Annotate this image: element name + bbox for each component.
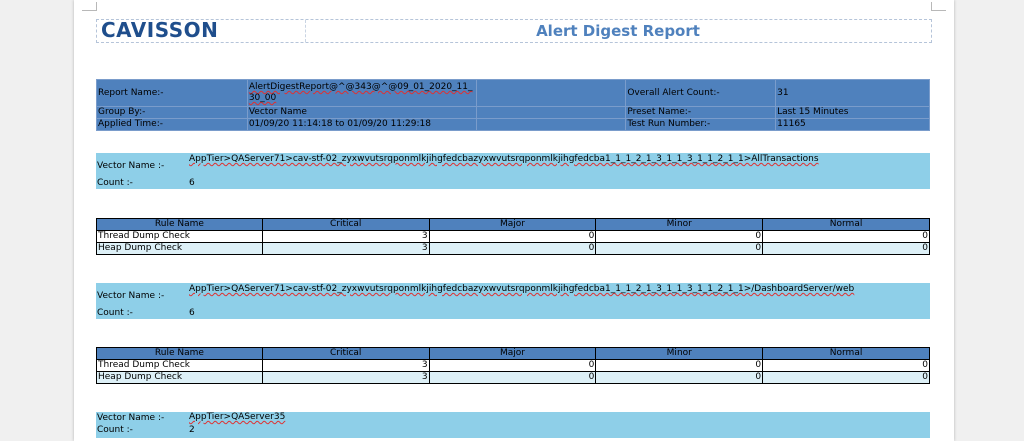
major-cell: 0: [428, 359, 597, 372]
report-header: CAVISSON Alert Digest Report: [96, 19, 932, 43]
critical-cell: 3: [261, 359, 430, 372]
major-header: Major: [428, 347, 597, 360]
normal-cell: 0: [762, 359, 930, 372]
vector-block: Vector Name :- AppTier>QAServer71>cav-st…: [96, 153, 930, 189]
vector-name-label: Vector Name :-: [97, 290, 165, 301]
minor-cell: 0: [595, 359, 764, 372]
rule-name-cell: Heap Dump Check: [96, 371, 263, 384]
rule-name-header: Rule Name: [96, 218, 263, 231]
table-row: Thread Dump Check 3 0 0 0: [96, 359, 930, 372]
major-cell: 0: [428, 242, 597, 255]
rule-name-cell: Thread Dump Check: [96, 230, 263, 243]
preset-name-label: Preset Name:-: [625, 106, 777, 119]
rule-table: Rule Name Critical Major Minor Normal Th…: [96, 218, 930, 255]
report-title: Alert Digest Report: [536, 22, 700, 40]
vector-block: Vector Name :- AppTier>QAServer35 Count …: [96, 412, 930, 438]
report-page: CAVISSON Alert Digest Report Report Name…: [74, 0, 954, 441]
crop-mark: [931, 2, 946, 11]
report-name-label: Report Name:-: [96, 79, 248, 107]
applied-time-value: 01/09/20 11:14:18 to 01/09/20 11:29:18: [246, 118, 477, 131]
critical-header: Critical: [261, 218, 430, 231]
critical-cell: 3: [261, 371, 430, 384]
info-empty-cell: [475, 118, 627, 131]
rule-name-header: Rule Name: [96, 347, 263, 360]
minor-cell: 0: [595, 242, 764, 255]
cavisson-logo: CAVISSON: [101, 18, 219, 42]
vector-name-value: AppTier>QAServer71>cav-stf-02_zyxwvutsrq…: [189, 154, 819, 164]
table-row: Heap Dump Check 3 0 0 0: [96, 371, 930, 384]
table-row: Thread Dump Check 3 0 0 0: [96, 230, 930, 243]
preset-name-value: Last 15 Minutes: [775, 106, 930, 119]
report-info-table: Report Name:- AlertDigestReport@^@343@^@…: [96, 79, 930, 131]
major-header: Major: [428, 218, 597, 231]
count-value: 6: [189, 178, 195, 188]
crop-mark: [82, 2, 97, 11]
count-value: 2: [189, 425, 195, 435]
vector-name-label: Vector Name :-: [97, 160, 165, 171]
vector-block: Vector Name :- AppTier>QAServer71>cav-st…: [96, 283, 930, 319]
normal-cell: 0: [762, 242, 930, 255]
minor-cell: 0: [595, 230, 764, 243]
test-run-number-label: Test Run Number:-: [625, 118, 777, 131]
overall-alert-count-value: 31: [775, 79, 930, 107]
normal-cell: 0: [762, 371, 930, 384]
count-label: Count :-: [97, 308, 133, 318]
normal-header: Normal: [762, 347, 930, 360]
overall-alert-count-label: Overall Alert Count:-: [625, 79, 777, 107]
normal-cell: 0: [762, 230, 930, 243]
count-label: Count :-: [97, 425, 133, 435]
rule-name-cell: Heap Dump Check: [96, 242, 263, 255]
info-empty-cell: [475, 106, 627, 119]
major-cell: 0: [428, 371, 597, 384]
minor-cell: 0: [595, 371, 764, 384]
group-by-label: Group By:-: [96, 106, 248, 119]
minor-header: Minor: [595, 347, 764, 360]
major-cell: 0: [428, 230, 597, 243]
vector-name-label: Vector Name :-: [97, 413, 165, 423]
count-label: Count :-: [97, 178, 133, 188]
rule-table: Rule Name Critical Major Minor Normal Th…: [96, 347, 930, 384]
critical-cell: 3: [261, 230, 430, 243]
vector-name-value: AppTier>QAServer71>cav-stf-02_zyxwvutsrq…: [189, 284, 855, 294]
rule-name-cell: Thread Dump Check: [96, 359, 263, 372]
group-by-value: Vector Name: [246, 106, 477, 119]
critical-cell: 3: [261, 242, 430, 255]
count-value: 6: [189, 308, 195, 318]
critical-header: Critical: [261, 347, 430, 360]
test-run-number-value: 11165: [775, 118, 930, 131]
applied-time-label: Applied Time:-: [96, 118, 248, 131]
normal-header: Normal: [762, 218, 930, 231]
report-name-value: AlertDigestReport@^@343@^@09_01_2020_11_…: [246, 79, 477, 107]
info-empty-cell: [475, 79, 627, 107]
minor-header: Minor: [595, 218, 764, 231]
vector-name-value: AppTier>QAServer35: [189, 412, 286, 422]
table-row: Heap Dump Check 3 0 0 0: [96, 242, 930, 255]
